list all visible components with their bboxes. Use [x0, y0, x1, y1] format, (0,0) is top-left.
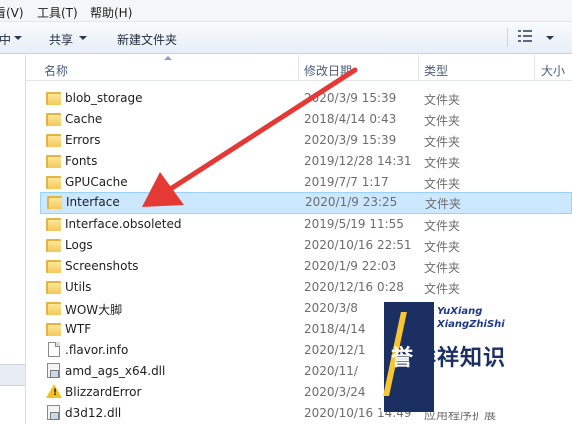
column-header: 名称 修改日期 类型 大小 — [26, 55, 572, 81]
share-button[interactable]: 共享 — [49, 31, 73, 48]
file-name: Utils — [65, 280, 92, 294]
menu-bar: 看(V) 工具(T) 帮助(H) — [0, 0, 572, 22]
file-modified: 2020/12/1 — [304, 343, 366, 357]
navigation-pane-selected-item[interactable] — [0, 364, 25, 386]
new-folder-button[interactable]: 新建文件夹 — [117, 31, 177, 48]
file-name: WTF — [65, 322, 92, 336]
file-icon — [48, 342, 60, 357]
file-type: 文件夹 — [424, 177, 461, 191]
file-name: Errors — [65, 133, 101, 147]
watermark-logo: YuXiang XiangZhiShi 誉祥祥知识 — [381, 302, 572, 412]
column-name[interactable]: 名称 — [44, 62, 68, 79]
include-in-library-button[interactable]: 中 — [0, 31, 11, 48]
watermark-text: XiangZhiShi — [437, 319, 505, 330]
list-item[interactable]: Fonts 2019/12/28 14:31 文件夹 — [40, 151, 572, 172]
file-type: 文件夹 — [424, 261, 461, 275]
list-item[interactable]: Interface.obsoleted 2019/5/19 11:55 文件夹 — [40, 214, 572, 235]
watermark-text: YuXiang — [437, 306, 483, 317]
chevron-down-icon — [14, 36, 22, 40]
file-type: 文件夹 — [424, 219, 461, 233]
file-type: 文件夹 — [424, 114, 461, 128]
column-size[interactable]: 大小 — [541, 62, 565, 79]
list-item[interactable]: blob_storage 2020/3/9 15:39 文件夹 — [40, 88, 572, 109]
file-type: 文件夹 — [424, 156, 461, 170]
file-name: Interface — [66, 195, 120, 209]
file-type: 文件夹 — [425, 197, 462, 211]
folder-icon — [46, 322, 61, 336]
view-options-icon[interactable] — [518, 30, 532, 42]
file-modified: 2020/3/9 15:39 — [304, 133, 397, 147]
file-name: blob_storage — [65, 91, 143, 105]
folder-icon — [46, 112, 61, 126]
folder-icon — [46, 217, 61, 231]
folder-icon — [46, 91, 61, 105]
file-name: Interface.obsoleted — [65, 217, 182, 231]
file-name: .flavor.info — [65, 343, 129, 357]
file-modified: 2020/10/16 22:51 — [304, 238, 412, 252]
watermark-cn-text: 誉祥祥知识 — [391, 346, 507, 371]
folder-icon — [47, 195, 62, 209]
toolbar-divider — [507, 28, 508, 46]
sort-ascending-icon — [164, 56, 172, 60]
file-name: Logs — [65, 238, 93, 252]
list-item[interactable]: Utils 2020/12/16 0:28 文件夹 — [40, 277, 572, 298]
list-item[interactable]: Logs 2020/10/16 22:51 文件夹 — [40, 235, 572, 256]
file-name: Screenshots — [65, 259, 139, 273]
file-name: WOW大脚 — [65, 303, 123, 317]
file-modified: 2019/12/28 14:31 — [304, 154, 412, 168]
list-item[interactable]: Cache 2018/4/14 0:43 文件夹 — [40, 109, 572, 130]
chevron-down-icon — [79, 36, 87, 40]
file-modified: 2019/7/7 1:17 — [304, 175, 389, 189]
menu-view[interactable]: 看(V) — [0, 4, 24, 21]
file-modified: 2020/3/9 15:39 — [304, 91, 397, 105]
file-modified: 2018/4/14 — [304, 322, 366, 336]
file-modified: 2018/4/14 0:43 — [304, 112, 397, 126]
navigation-pane[interactable] — [0, 55, 26, 424]
file-modified: 2020/3/8 — [304, 301, 358, 315]
folder-icon — [46, 280, 61, 294]
file-type: 文件夹 — [424, 240, 461, 254]
toolbar: 中 共享 新建文件夹 — [0, 22, 572, 54]
file-name: Cache — [65, 112, 103, 126]
file-modified: 2020/12/16 0:28 — [304, 280, 404, 294]
list-item[interactable]: Screenshots 2020/1/9 22:03 文件夹 — [40, 256, 572, 277]
column-type[interactable]: 类型 — [424, 62, 448, 79]
file-type: 文件夹 — [424, 135, 461, 149]
file-name: Fonts — [65, 154, 98, 168]
file-modified: 2020/1/9 22:03 — [304, 259, 397, 273]
file-name: d3d12.dll — [65, 406, 122, 420]
folder-icon — [46, 259, 61, 273]
folder-icon — [46, 238, 61, 252]
file-name: BlizzardError — [65, 385, 142, 399]
folder-icon — [46, 154, 61, 168]
chevron-down-icon[interactable] — [546, 36, 554, 40]
file-type: 文件夹 — [424, 282, 461, 296]
file-name: GPUCache — [65, 175, 128, 189]
file-type: 文件夹 — [424, 93, 461, 107]
list-item-selected[interactable]: Interface 2020/1/9 23:25 文件夹 — [40, 192, 572, 214]
file-name: amd_ags_x64.dll — [65, 364, 166, 378]
list-item[interactable]: Errors 2020/3/9 15:39 文件夹 — [40, 130, 572, 151]
folder-icon — [46, 175, 61, 189]
dll-icon — [47, 363, 60, 378]
file-modified: 2020/11/ — [304, 364, 358, 378]
file-modified: 2020/1/9 23:25 — [305, 195, 398, 209]
list-item[interactable]: GPUCache 2019/7/7 1:17 文件夹 — [40, 172, 572, 193]
file-modified: 2020/3/24 — [304, 385, 366, 399]
menu-help[interactable]: 帮助(H) — [90, 4, 132, 21]
column-modified[interactable]: 修改日期 — [304, 62, 352, 79]
menu-tools[interactable]: 工具(T) — [37, 4, 78, 21]
file-modified: 2019/5/19 11:55 — [304, 217, 404, 231]
folder-icon — [46, 301, 61, 315]
dll-icon — [47, 405, 60, 420]
folder-icon — [46, 133, 61, 147]
